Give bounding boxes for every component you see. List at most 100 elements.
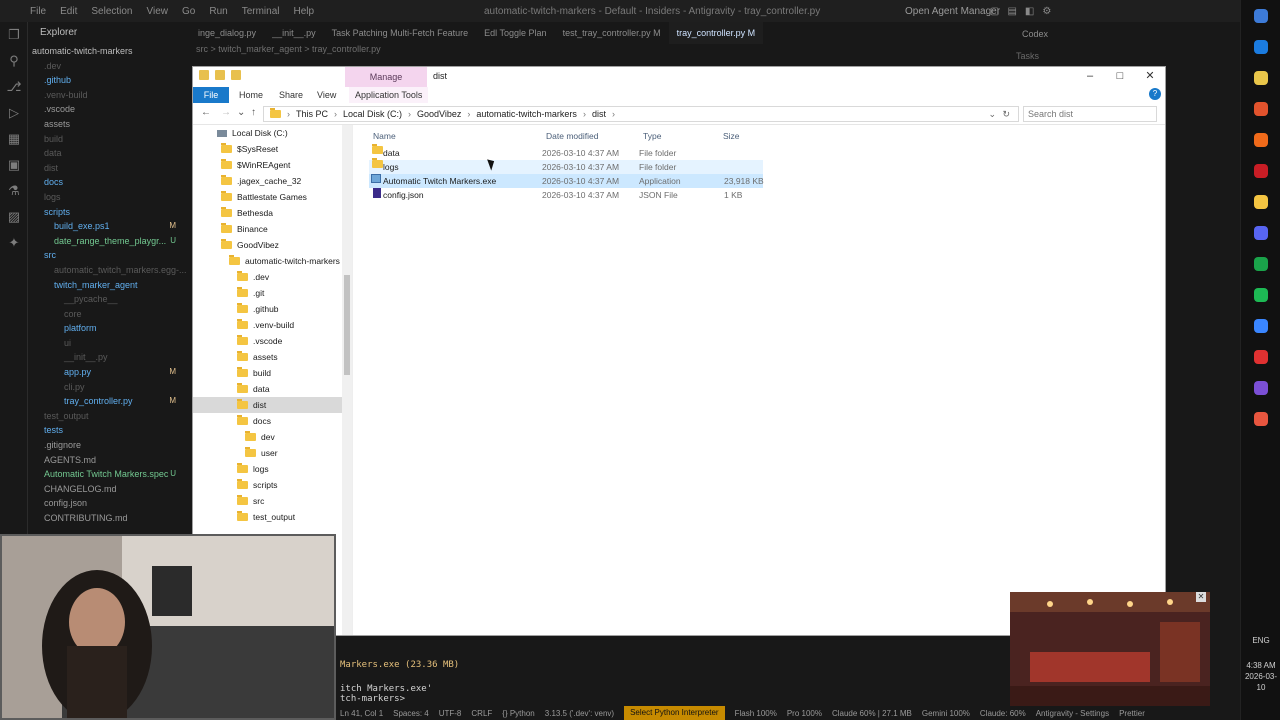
nav-item[interactable]: scripts (193, 477, 343, 493)
search-input[interactable]: Search dist (1023, 106, 1157, 122)
explorer-icon[interactable]: ❐ (0, 22, 28, 48)
tree-item[interactable]: CONTRIBUTING.md (28, 511, 190, 526)
tree-item[interactable]: logs (28, 190, 190, 205)
tree-item[interactable]: CHANGELOG.md (28, 482, 190, 497)
tree-item[interactable]: data (28, 146, 190, 161)
settings-icon[interactable]: ⚙ (1042, 6, 1051, 17)
terminal-panel[interactable]: Markers.exe (23.36 MB) itch Markers.exe'… (336, 640, 1010, 706)
remote-icon[interactable]: ▣ (0, 152, 28, 178)
select-python-interpreter-button[interactable]: Select Python Interpreter (624, 706, 725, 720)
menu-item[interactable]: Run (209, 6, 227, 17)
status-item[interactable]: Claude: 60% (980, 709, 1026, 718)
path-segment[interactable]: GoodVibez (417, 109, 461, 119)
status-item[interactable]: 3.13.5 ('.dev': venv) (545, 709, 614, 718)
tree-item[interactable]: app.py M (28, 365, 190, 380)
nav-item[interactable]: dist (193, 397, 343, 413)
path-separator[interactable]: › (467, 109, 470, 119)
ribbon-view-tab[interactable]: View (317, 87, 336, 103)
column-type[interactable]: Type (643, 131, 661, 141)
tree-item[interactable]: docs (28, 175, 190, 190)
ribbon-share-tab[interactable]: Share (279, 87, 303, 103)
column-size[interactable]: Size (723, 131, 740, 141)
search-icon[interactable]: ⚲ (0, 48, 28, 74)
tree-item[interactable]: __init__.py (28, 350, 190, 365)
status-item[interactable]: {} Python (502, 709, 534, 718)
tree-item[interactable]: tests (28, 423, 190, 438)
tree-item[interactable]: automatic_twitch_markers.egg-... (28, 263, 190, 278)
tree-item[interactable]: .dev (28, 59, 190, 74)
tree-item[interactable]: .vscode (28, 102, 190, 117)
nav-item[interactable]: automatic-twitch-markers (193, 253, 343, 269)
panel-icon[interactable]: ▤ (1007, 6, 1016, 17)
nav-item[interactable]: .venv-build (193, 317, 343, 333)
up-icon[interactable]: ↑ (251, 107, 256, 118)
clock[interactable]: 4:38 AM 2026-03-10 (1241, 660, 1280, 693)
status-item[interactable]: UTF-8 (439, 709, 462, 718)
taskbar-app-icon[interactable] (1241, 0, 1280, 31)
nav-item[interactable]: docs (193, 413, 343, 429)
nav-item[interactable]: .jagex_cache_32 (193, 173, 343, 189)
taskbar-app-icon[interactable] (1241, 93, 1280, 124)
menu-item[interactable]: Edit (60, 6, 77, 17)
nav-item[interactable]: build (193, 365, 343, 381)
menu-item[interactable]: View (147, 6, 169, 17)
forward-icon[interactable]: → (221, 107, 231, 118)
editor-tab[interactable]: test_tray_controller.py M (555, 22, 669, 44)
layout-icon[interactable]: ▢ (990, 6, 999, 17)
tree-item[interactable]: ui (28, 336, 190, 351)
quick-access-toolbar[interactable] (199, 70, 241, 80)
nav-item[interactable]: .dev (193, 269, 343, 285)
help-icon[interactable]: ? (1149, 88, 1161, 100)
close-icon[interactable]: ✕ (1135, 67, 1165, 87)
status-item[interactable]: Claude 60% | 27.1 MB (832, 709, 912, 718)
taskbar-app-icon[interactable] (1241, 186, 1280, 217)
tree-item[interactable]: __pycache__ (28, 292, 190, 307)
recent-icon[interactable]: ⌄ (237, 107, 245, 118)
menu-item[interactable]: Selection (91, 6, 132, 17)
nav-item[interactable]: Bethesda (193, 205, 343, 221)
manage-tab[interactable]: Manage (345, 67, 427, 87)
docker-icon[interactable]: ▨ (0, 204, 28, 230)
nav-item[interactable]: .github (193, 301, 343, 317)
status-item[interactable]: Ln 41, Col 1 (340, 709, 383, 718)
language-indicator[interactable]: ENG (1241, 636, 1280, 645)
ribbon-file-tab[interactable]: File (193, 87, 229, 103)
nav-item[interactable]: Binance (193, 221, 343, 237)
run-debug-icon[interactable]: ▷ (0, 100, 28, 126)
path-segment[interactable]: Local Disk (C:) (343, 109, 402, 119)
status-item[interactable]: Prettier (1119, 709, 1145, 718)
taskbar-app-icon[interactable] (1241, 62, 1280, 93)
tree-item[interactable]: build (28, 132, 190, 147)
taskbar-app-icon[interactable] (1241, 341, 1280, 372)
tree-item[interactable]: src (28, 248, 190, 263)
new-folder-icon[interactable] (231, 70, 241, 80)
menu-item[interactable]: Help (294, 6, 315, 17)
nav-item[interactable]: assets (193, 349, 343, 365)
status-item[interactable]: CRLF (471, 709, 492, 718)
path-dropdown-icon[interactable]: ⌄ (988, 107, 996, 121)
tree-item[interactable]: test_output (28, 409, 190, 424)
open-agent-manager-button[interactable]: Open Agent Manager (905, 6, 1000, 17)
taskbar-app-icon[interactable] (1241, 310, 1280, 341)
minimize-icon[interactable]: – (1075, 67, 1105, 87)
path-segment[interactable]: dist (592, 109, 606, 119)
status-item[interactable]: Pro 100% (787, 709, 822, 718)
nav-item[interactable]: .git (193, 285, 343, 301)
column-date[interactable]: Date modified (546, 131, 598, 141)
project-root[interactable]: automatic-twitch-markers (28, 44, 190, 59)
taskbar-app-icon[interactable] (1241, 124, 1280, 155)
nav-item[interactable]: .vscode (193, 333, 343, 349)
properties-icon[interactable] (215, 70, 225, 80)
ribbon-app-tools-tab[interactable]: Application Tools (349, 87, 429, 103)
nav-item[interactable]: test_output (193, 509, 343, 525)
extensions-icon[interactable]: ▦ (0, 126, 28, 152)
menu-item[interactable]: Go (182, 6, 195, 17)
tree-item[interactable]: cli.py (28, 380, 190, 395)
tree-item[interactable]: .github (28, 73, 190, 88)
refresh-icon[interactable]: ↻ (1002, 107, 1010, 121)
tasks-label[interactable]: Tasks (1016, 51, 1039, 61)
path-segment[interactable]: This PC (296, 109, 328, 119)
tree-item[interactable]: core (28, 307, 190, 322)
editor-tab[interactable]: tray_controller.py M (668, 22, 764, 44)
tree-item[interactable]: .venv-build (28, 88, 190, 103)
